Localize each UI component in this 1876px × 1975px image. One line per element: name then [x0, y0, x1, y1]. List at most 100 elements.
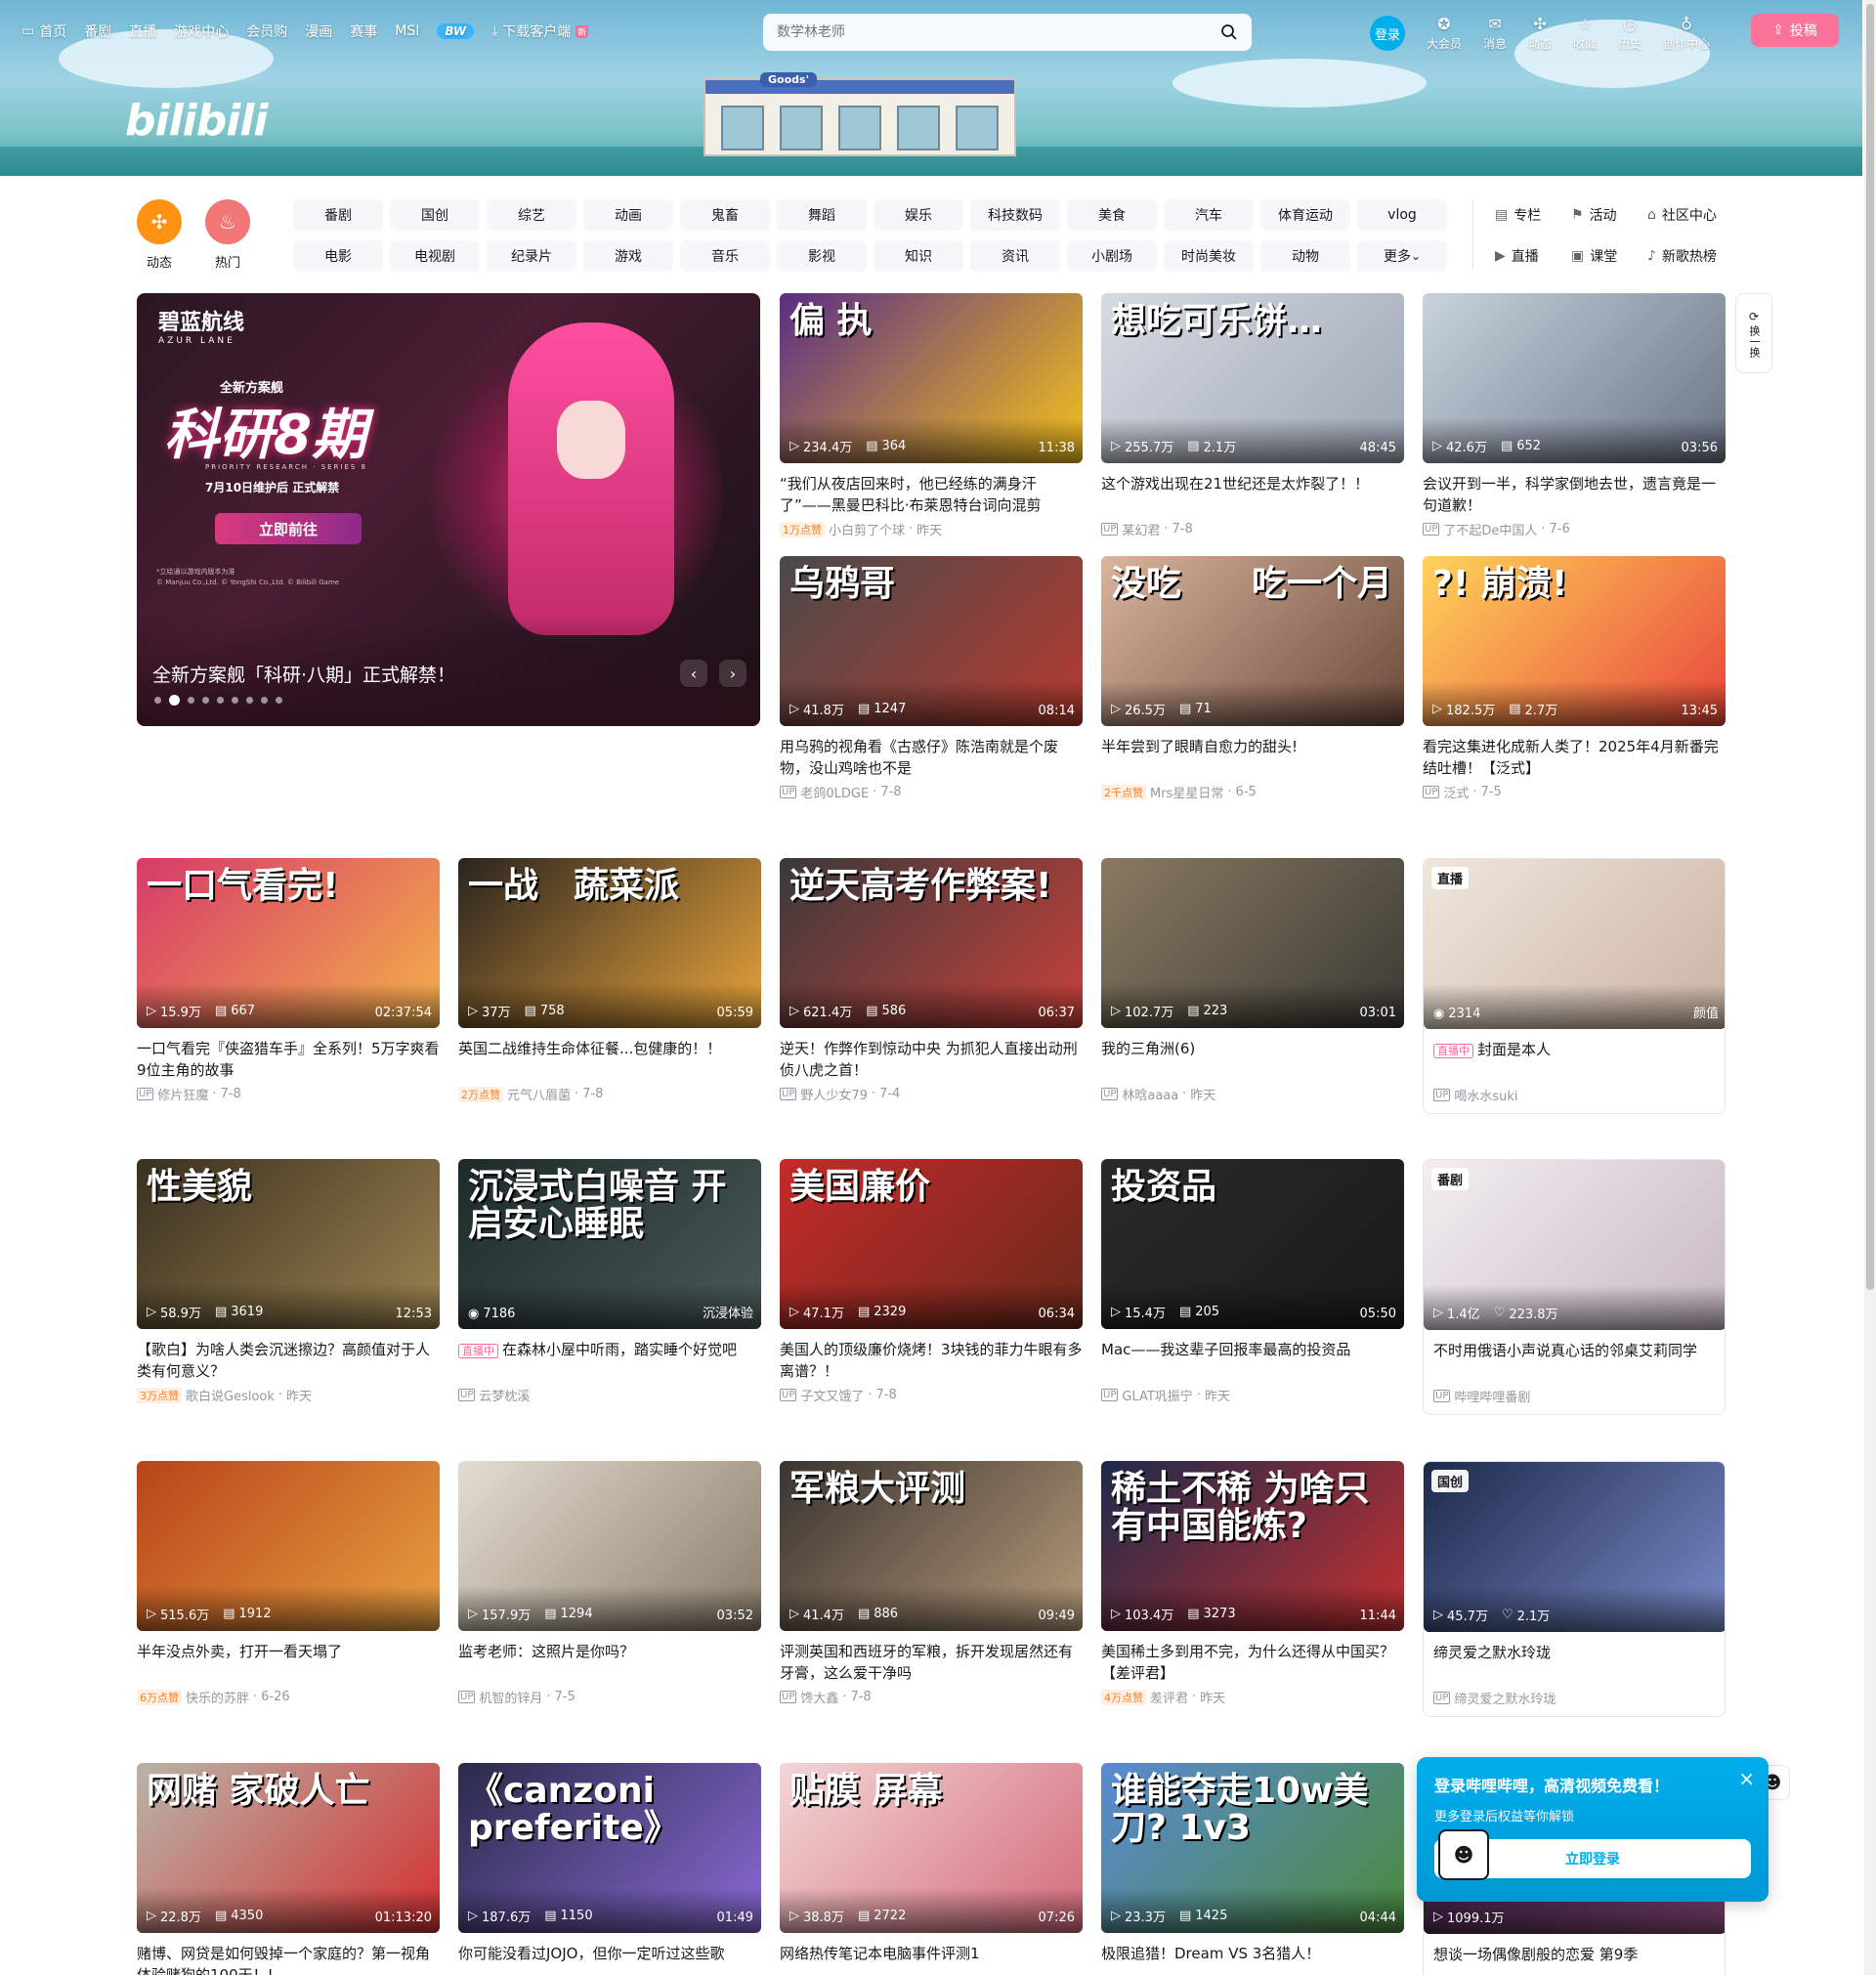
video-card[interactable]: 美国廉价 ▷ 47.1万 ▤ 2329 06:34 美国人的顶级廉价烧烤！3块钱的菲力牛眼有…: [780, 1159, 1083, 1404]
uploader-name[interactable]: 差评君: [1150, 1688, 1188, 1706]
uploader-name[interactable]: 小白剪了个球: [829, 520, 905, 538]
user-item-0[interactable]: ✪ 大会员: [1427, 15, 1462, 52]
uploader-name[interactable]: 林晗aaaa: [1122, 1085, 1178, 1103]
carousel-dot[interactable]: [232, 697, 238, 704]
video-thumbnail[interactable]: 谁能夺走10w美刀? 1v3 ▷ 23.3万 ▤ 1425 04:44: [1101, 1763, 1404, 1933]
carousel-prev-button[interactable]: ‹: [680, 660, 707, 687]
video-card[interactable]: 一战 蔬菜派 ▷ 37万 ▤ 758 05:59 英国二战维持生命体征餐...包健康的！！ 2…: [458, 858, 761, 1103]
user-item-3[interactable]: ☆ 收藏: [1573, 15, 1597, 52]
side-link-5[interactable]: ♪ 新歌热榜: [1647, 240, 1745, 272]
nav-item-8[interactable]: BW: [437, 23, 475, 39]
nav-item-5[interactable]: 漫画: [305, 21, 332, 41]
channel-row1-item-9[interactable]: 汽车: [1164, 199, 1254, 231]
video-card[interactable]: ?! 崩溃! ▷ 182.5万 ▤ 2.7万 13:45 看完这集进化成新人类了！2025年…: [1423, 556, 1726, 801]
video-card[interactable]: 想吃可乐饼… ▷ 255.7万 ▤ 2.1万 48:45 这个游戏出现在21世纪还是太炸裂了…: [1101, 293, 1404, 538]
user-item-2[interactable]: ✣ 动态: [1528, 15, 1552, 52]
scrollbar-thumb[interactable]: [1866, 4, 1874, 1290]
video-title[interactable]: 半年尝到了眼睛自愈力的甜头!: [1101, 736, 1404, 779]
refresh-feed-button[interactable]: ⟳ 换一换: [1735, 293, 1772, 373]
video-card[interactable]: 稀土不稀 为啥只有中国能炼? ▷ 103.4万 ▤ 3273 11:44 美国稀土多到用不完…: [1101, 1461, 1404, 1706]
video-title[interactable]: 极限追猎！Dream VS 3名猎人！: [1101, 1943, 1404, 1975]
video-thumbnail[interactable]: 网赌 家破人亡 ▷ 22.8万 ▤ 4350 01:13:20: [137, 1763, 440, 1933]
video-thumbnail[interactable]: 番剧 ▷ 1.4亿 ♡ 223.8万: [1424, 1160, 1725, 1330]
uploader-name[interactable]: 子文又饿了: [800, 1386, 864, 1404]
nav-item-6[interactable]: 赛事: [350, 21, 377, 41]
video-title[interactable]: 直播中 在森林小屋中听雨，踏实睡个好觉吧: [458, 1339, 761, 1382]
video-thumbnail[interactable]: 美国廉价 ▷ 47.1万 ▤ 2329 06:34: [780, 1159, 1083, 1329]
uploader-name[interactable]: 云梦枕溪: [479, 1386, 530, 1404]
video-card[interactable]: ▷ 515.6万 ▤ 1912 半年没点外卖，打开一看天塌了 6万点赞 快乐的苏胖 · 6-26: [137, 1461, 440, 1706]
video-card[interactable]: 沉浸式白噪音 开启安心睡眠 ◉ 7186 沉浸体验直播中 在森林小屋中听雨，踏实睡个好觉…: [458, 1159, 761, 1404]
video-card[interactable]: ▷ 157.9万 ▤ 1294 03:52 监考老师：这照片是你吗？ UP 机智的锌月 · 7-5: [458, 1461, 761, 1706]
uploader-name[interactable]: 老鸽0LDGE: [800, 783, 869, 801]
carousel-dot[interactable]: [188, 697, 194, 704]
video-card[interactable]: 直播 ◉ 2314 颜值 直播中 封面是本人 UP 喝水水suki: [1423, 858, 1726, 1114]
video-thumbnail[interactable]: ▷ 102.7万 ▤ 223 03:01: [1101, 858, 1404, 1028]
video-title[interactable]: 赌博、网贷是如何毁掉一个家庭的？第一视角体验赌狗的100天！!: [137, 1943, 440, 1975]
nav-item-9[interactable]: ⤓ 下载客户端新: [491, 21, 589, 41]
video-title[interactable]: 英国二战维持生命体征餐...包健康的！！: [458, 1038, 761, 1081]
video-title[interactable]: 我的三角洲(6): [1101, 1038, 1404, 1081]
video-thumbnail[interactable]: 军粮大评测 ▷ 41.4万 ▤ 886 09:49: [780, 1461, 1083, 1631]
uploader-name[interactable]: GLAT巩振宁: [1122, 1386, 1192, 1404]
channel-row1-item-1[interactable]: 国创: [390, 199, 480, 231]
channel-row1-item-0[interactable]: 番剧: [293, 199, 383, 231]
channel-row2-item-9[interactable]: 时尚美妆: [1164, 240, 1254, 272]
channel-row1-item-7[interactable]: 科技数码: [970, 199, 1060, 231]
channel-hot-button[interactable]: ♨: [205, 199, 250, 244]
channel-row2-item-11[interactable]: 更多 ⌄: [1357, 240, 1447, 272]
video-thumbnail[interactable]: 沉浸式白噪音 开启安心睡眠 ◉ 7186 沉浸体验: [458, 1159, 761, 1329]
channel-row1-item-2[interactable]: 综艺: [487, 199, 576, 231]
video-title[interactable]: 【歌白】为啥人类会沉迷擦边？高颜值对于人类有何意义？: [137, 1339, 440, 1382]
video-title[interactable]: 缔灵爱之默水玲珑: [1424, 1642, 1725, 1685]
side-link-1[interactable]: ⚑ 活动: [1571, 199, 1647, 231]
video-card[interactable]: 谁能夺走10w美刀? 1v3 ▷ 23.3万 ▤ 1425 04:44 极限追猎！Dream…: [1101, 1763, 1404, 1975]
video-title[interactable]: 这个游戏出现在21世纪还是太炸裂了！！: [1101, 473, 1404, 516]
channel-row2-item-7[interactable]: 资讯: [970, 240, 1060, 272]
uploader-name[interactable]: 元气八眉菌: [507, 1085, 571, 1103]
video-thumbnail[interactable]: 《canzoni preferite》 ▷ 187.6万 ▤ 1150 01:49: [458, 1763, 761, 1933]
search-input[interactable]: [777, 24, 1220, 40]
side-link-2[interactable]: ⌂ 社区中心: [1647, 199, 1745, 231]
carousel-dot[interactable]: [217, 697, 224, 704]
video-title[interactable]: 你可能没看过JOJO，但你一定听过这些歌: [458, 1943, 761, 1975]
video-thumbnail[interactable]: ▷ 515.6万 ▤ 1912: [137, 1461, 440, 1631]
uploader-name[interactable]: 修片狂魔: [157, 1085, 208, 1103]
video-card[interactable]: 逆天高考作弊案! ▷ 621.4万 ▤ 586 06:37 逆天！作弊作到惊动中央 为抓犯人…: [780, 858, 1083, 1103]
channel-dynamic-button[interactable]: ✣: [137, 199, 182, 244]
user-item-5[interactable]: ♁ 创作中心: [1663, 15, 1710, 52]
video-card[interactable]: 没吃 吃一个月 ▷ 26.5万 ▤ 71 半年尝到了眼睛自愈力的甜头! 2千点赞 Mrs星星日…: [1101, 556, 1404, 801]
video-thumbnail[interactable]: 投资品 ▷ 15.4万 ▤ 205 05:50: [1101, 1159, 1404, 1329]
carousel-next-button[interactable]: ›: [719, 660, 746, 687]
search-icon[interactable]: [1220, 23, 1238, 41]
search-bar[interactable]: [763, 14, 1252, 51]
channel-row2-item-8[interactable]: 小剧场: [1067, 240, 1157, 272]
video-title[interactable]: 一口气看完『侠盗猎车手』全系列！5万字爽看9位主角的故事: [137, 1038, 440, 1081]
video-card[interactable]: 投资品 ▷ 15.4万 ▤ 205 05:50 Mac——我这辈子回报率最高的投资品 UP GL…: [1101, 1159, 1404, 1404]
video-card[interactable]: 《canzoni preferite》 ▷ 187.6万 ▤ 1150 01:49 你可能没…: [458, 1763, 761, 1975]
bilibili-logo[interactable]: bilibili: [125, 96, 268, 146]
video-thumbnail[interactable]: ?! 崩溃! ▷ 182.5万 ▤ 2.7万 13:45: [1423, 556, 1726, 726]
video-card[interactable]: 网赌 家破人亡 ▷ 22.8万 ▤ 4350 01:13:20 赌博、网贷是如何毁掉一个家庭…: [137, 1763, 440, 1975]
uploader-name[interactable]: 某幻君: [1122, 520, 1160, 538]
video-title[interactable]: 美国稀土多到用不完，为什么还得从中国买？【差评君】: [1101, 1641, 1404, 1684]
channel-row2-item-6[interactable]: 知识: [874, 240, 963, 272]
uploader-name[interactable]: 泛式: [1443, 783, 1469, 801]
video-card[interactable]: ▷ 102.7万 ▤ 223 03:01 我的三角洲(6) UP 林晗aaaa · 昨天: [1101, 858, 1404, 1103]
video-title[interactable]: 网络热传笔记本电脑事件评测1: [780, 1943, 1083, 1975]
uploader-name[interactable]: 快乐的苏胖: [186, 1688, 249, 1706]
video-thumbnail[interactable]: ▷ 42.6万 ▤ 652 03:56: [1423, 293, 1726, 463]
uploader-name[interactable]: 了不起De中国人: [1443, 520, 1537, 538]
uploader-name[interactable]: 馋大鑫: [800, 1688, 838, 1706]
side-link-3[interactable]: ▶ 直播: [1495, 240, 1571, 272]
carousel-dot[interactable]: [202, 697, 209, 704]
video-title[interactable]: 评测英国和西班牙的军粮，拆开发现居然还有牙膏，这么爱干净吗: [780, 1641, 1083, 1684]
channel-row2-item-5[interactable]: 影视: [777, 240, 867, 272]
channel-row2-item-2[interactable]: 纪录片: [487, 240, 576, 272]
video-title[interactable]: “我们从夜店回来时，他已经练的满身汗了”——黑曼巴科比·布莱恩特台词向混剪: [780, 473, 1083, 516]
channel-row2-item-3[interactable]: 游戏: [583, 240, 673, 272]
video-title[interactable]: 直播中 封面是本人: [1424, 1039, 1725, 1082]
nav-item-1[interactable]: 番剧: [84, 21, 111, 41]
video-card[interactable]: ▷ 42.6万 ▤ 652 03:56 会议开到一半，科学家倒地去世，遗言竟是一句道歉！ U…: [1423, 293, 1726, 538]
channel-row2-item-0[interactable]: 电影: [293, 240, 383, 272]
